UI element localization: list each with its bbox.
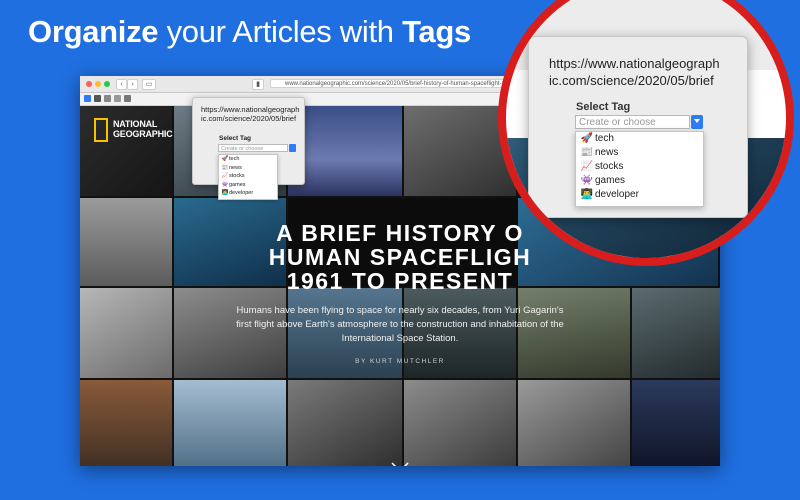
- tag-option-news[interactable]: 📰news: [219, 164, 277, 173]
- favorite-icon[interactable]: [114, 95, 121, 102]
- article-title-line: 1961 TO PRESENT: [286, 268, 514, 294]
- rocket-icon: 🚀: [580, 133, 594, 144]
- alien-monster-icon: 👾: [221, 181, 229, 188]
- popup-url: https://www.nationalgeograph ic.com/scie…: [201, 105, 300, 123]
- popup-url-line: ic.com/science/2020/05/brief: [201, 114, 297, 123]
- headline-bold-tags: Tags: [402, 14, 471, 49]
- headline: Organize your Articles with Tags: [28, 14, 471, 50]
- tag-option-tech[interactable]: 🚀tech: [219, 155, 277, 164]
- photo-tile: [288, 106, 402, 196]
- natgeo-logo-text: NATIONAL GEOGRAPHIC: [113, 119, 173, 139]
- photo-tile: [632, 288, 720, 378]
- chevron-down-icon[interactable]: [691, 115, 703, 129]
- tag-option-tech[interactable]: 🚀tech: [576, 132, 703, 146]
- favorite-icon[interactable]: [124, 95, 131, 102]
- close-window-button[interactable]: [86, 81, 92, 87]
- magnifier-callout: ▮ W A BR HUM https://www.nationalgeograp…: [498, 0, 794, 266]
- rocket-icon: 🚀: [221, 156, 229, 162]
- favorite-icon[interactable]: [104, 95, 111, 102]
- favorite-icon[interactable]: [94, 95, 101, 102]
- tag-label: news: [229, 164, 242, 171]
- tag-option-developer[interactable]: 👨‍💻developer: [576, 188, 703, 202]
- sidebar-toggle-icon[interactable]: ▭: [142, 79, 156, 90]
- tag-label: stocks: [595, 161, 624, 172]
- tag-option-games[interactable]: 👾games: [219, 181, 277, 190]
- tag-label: news: [595, 147, 619, 158]
- tag-label: developer: [229, 190, 254, 197]
- developer-icon: 👨‍💻: [580, 189, 594, 200]
- zoom-window-button[interactable]: [104, 81, 110, 87]
- popup-url-line: https://www.nationalgeograph: [549, 56, 720, 71]
- tag-option-stocks[interactable]: 📈stocks: [576, 160, 703, 174]
- photo-tile: [80, 198, 172, 286]
- minimize-window-button[interactable]: [95, 81, 101, 87]
- forward-button[interactable]: ›: [127, 79, 138, 90]
- tag-label: games: [595, 175, 626, 186]
- tag-label: tech: [229, 156, 240, 162]
- photo-tile: [518, 380, 630, 466]
- tag-option-developer[interactable]: 👨‍💻developer: [219, 189, 277, 198]
- newspaper-icon: 📰: [580, 147, 594, 158]
- magnifier-content: ▮ W A BR HUM https://www.nationalgeograp…: [506, 0, 786, 258]
- tag-list: 🚀tech 📰news 📈stocks 👾games 👨‍💻developer: [218, 154, 278, 200]
- chevron-down-icon[interactable]: [390, 460, 410, 466]
- article-byline: BY KURT MUTCHLER: [355, 358, 445, 365]
- tag-option-stocks[interactable]: 📈stocks: [219, 172, 277, 181]
- tag-popup: https://www.nationalgeograph ic.com/scie…: [192, 97, 305, 200]
- photo-tile: [404, 380, 516, 466]
- tag-option-news[interactable]: 📰news: [576, 146, 703, 160]
- tag-input[interactable]: Create or choose: [218, 144, 288, 152]
- magnified-tag-input[interactable]: Create or choose: [575, 115, 690, 129]
- tag-option-games[interactable]: 👾games: [576, 174, 703, 188]
- popup-url-line: https://www.nationalgeograph: [201, 105, 300, 114]
- headline-bold-organize: Organize: [28, 14, 159, 49]
- back-button[interactable]: ‹: [116, 79, 127, 90]
- alien-monster-icon: 👾: [580, 175, 594, 186]
- article-lede: Humans have been flying to space for nea…: [236, 305, 564, 344]
- developer-icon: 👨‍💻: [221, 190, 229, 197]
- photo-tile: [80, 288, 172, 378]
- tag-label: developer: [595, 189, 639, 200]
- popup-url-line: ic.com/science/2020/05/brief: [549, 73, 714, 88]
- newspaper-icon: 📰: [221, 164, 229, 171]
- headline-middle: your Articles with: [158, 14, 403, 49]
- photo-tile: [174, 380, 286, 466]
- tag-dropdown-button[interactable]: [289, 144, 296, 152]
- chart-up-icon: 📈: [580, 161, 594, 172]
- magnified-tag-list: 🚀 tech 📰 news 📈 stocks 👾 games 👨‍💻 developer: [575, 131, 704, 207]
- favorite-icon[interactable]: [84, 95, 91, 102]
- tag-label: tech: [595, 133, 614, 144]
- select-tag-label: Select Tag: [219, 135, 252, 142]
- bookmark-tag-button[interactable]: ▮: [252, 79, 264, 90]
- photo-tile: [80, 380, 172, 466]
- photo-tile: [288, 380, 402, 466]
- tag-label: games: [229, 181, 246, 188]
- magnified-tag-popup: https://www.nationalgeograph ic.com/scie…: [528, 36, 748, 218]
- tag-label: stocks: [229, 173, 245, 180]
- natgeo-logo-tile[interactable]: NATIONAL GEOGRAPHIC: [80, 106, 173, 196]
- magnified-select-tag-label: Select Tag: [576, 101, 631, 113]
- chart-up-icon: 📈: [221, 173, 229, 180]
- natgeo-logo-icon: [94, 118, 108, 142]
- magnified-popup-url: https://www.nationalgeograph ic.com/scie…: [549, 55, 735, 89]
- photo-tile: [632, 380, 720, 466]
